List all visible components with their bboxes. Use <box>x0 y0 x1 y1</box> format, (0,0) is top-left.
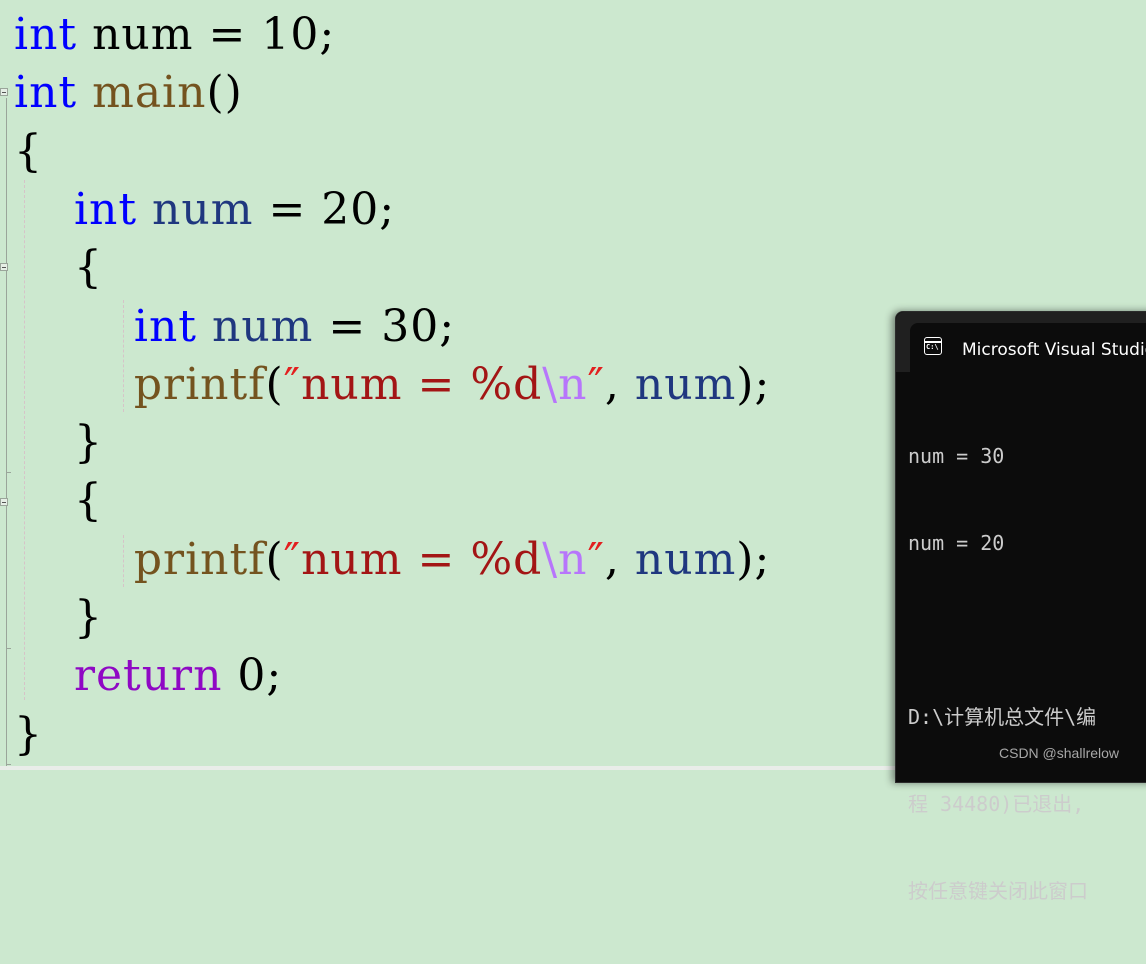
code-line: int num = 30; <box>14 298 455 356</box>
outline-tick <box>6 648 11 649</box>
code-token: ″ <box>283 533 302 585</box>
code-token: num <box>634 533 737 585</box>
console-line: D:\计算机总文件\编 <box>908 705 1097 729</box>
code-token: ( <box>265 533 284 585</box>
console-line: 程 34480)已退出, <box>908 792 1085 816</box>
code-token: printf <box>133 358 266 410</box>
console-titlebar[interactable]: C:\ Microsoft Visual Studio 调试控制台 <box>896 312 1146 372</box>
code-token: num <box>211 300 314 352</box>
code-token: ″ <box>587 533 605 585</box>
code-token: \n <box>542 533 588 585</box>
terminal-icon: C:\ <box>924 337 942 355</box>
code-token: ); <box>736 533 771 585</box>
outline-tick <box>6 764 11 765</box>
fold-toggle-main[interactable] <box>0 88 8 96</box>
code-line: { <box>14 123 43 181</box>
code-token: , <box>604 358 635 410</box>
outline-line <box>6 98 7 766</box>
code-token: \n <box>542 358 588 410</box>
code-line: return 0; <box>14 647 282 705</box>
outline-tick <box>6 472 11 473</box>
console-output: num = 30 num = 20 D:\计算机总文件\编 程 34480)已退… <box>908 384 1096 964</box>
code-token: = 20; <box>253 183 396 235</box>
terminal-icon-label: C:\ <box>926 343 939 351</box>
console-title: Microsoft Visual Studio 调试控制台 <box>962 340 1146 360</box>
code-token: } <box>14 417 103 469</box>
code-token: num <box>634 358 737 410</box>
code-token: ); <box>736 358 771 410</box>
code-line: } <box>14 706 43 764</box>
code-line: printf(″num = %d\n″, num); <box>14 531 770 589</box>
code-token: num <box>152 183 254 235</box>
code-token: { <box>14 242 103 294</box>
debug-console-window[interactable]: C:\ Microsoft Visual Studio 调试控制台 num = … <box>895 311 1146 903</box>
code-line: printf(″num = %d\n″, num); <box>14 356 770 414</box>
watermark: CSDN @shallrelow <box>999 745 1120 761</box>
code-token: int <box>14 67 78 119</box>
console-tab[interactable]: C:\ Microsoft Visual Studio 调试控制台 <box>910 323 1146 372</box>
code-token: num = %d <box>301 358 543 410</box>
code-line: int num = 10; <box>14 6 335 64</box>
console-line: num = 30 <box>908 444 1005 468</box>
code-token: int <box>14 9 78 60</box>
code-line: { <box>14 472 103 530</box>
code-token: = 30; <box>313 300 456 352</box>
fold-toggle-block-2[interactable] <box>0 498 8 506</box>
code-token: return <box>73 650 223 702</box>
code-token: ( <box>265 358 284 410</box>
code-token: num <box>92 9 194 60</box>
console-line: 按任意键关闭此窗口 <box>908 879 1088 903</box>
fold-toggle-block-1[interactable] <box>0 263 8 271</box>
console-line: num = 20 <box>908 531 1005 555</box>
code-token: { <box>14 475 103 527</box>
code-token: ″ <box>587 358 605 410</box>
code-token: } <box>14 708 43 760</box>
code-token: = 10; <box>193 9 336 60</box>
code-token: () <box>206 67 243 119</box>
code-line: int num = 20; <box>14 181 395 239</box>
code-token: int <box>133 300 197 352</box>
code-token: ″ <box>283 358 302 410</box>
code-line: int main() <box>14 64 243 122</box>
code-token: printf <box>133 533 266 585</box>
code-line: } <box>14 414 103 472</box>
code-token: , <box>604 533 635 585</box>
code-token: num = %d <box>301 533 543 585</box>
code-token: 0; <box>222 650 283 702</box>
code-token: int <box>73 183 138 235</box>
code-line: } <box>14 589 103 647</box>
code-token: { <box>14 125 43 177</box>
code-token: main <box>92 67 207 119</box>
code-token: } <box>14 592 103 643</box>
code-line: { <box>14 239 103 297</box>
